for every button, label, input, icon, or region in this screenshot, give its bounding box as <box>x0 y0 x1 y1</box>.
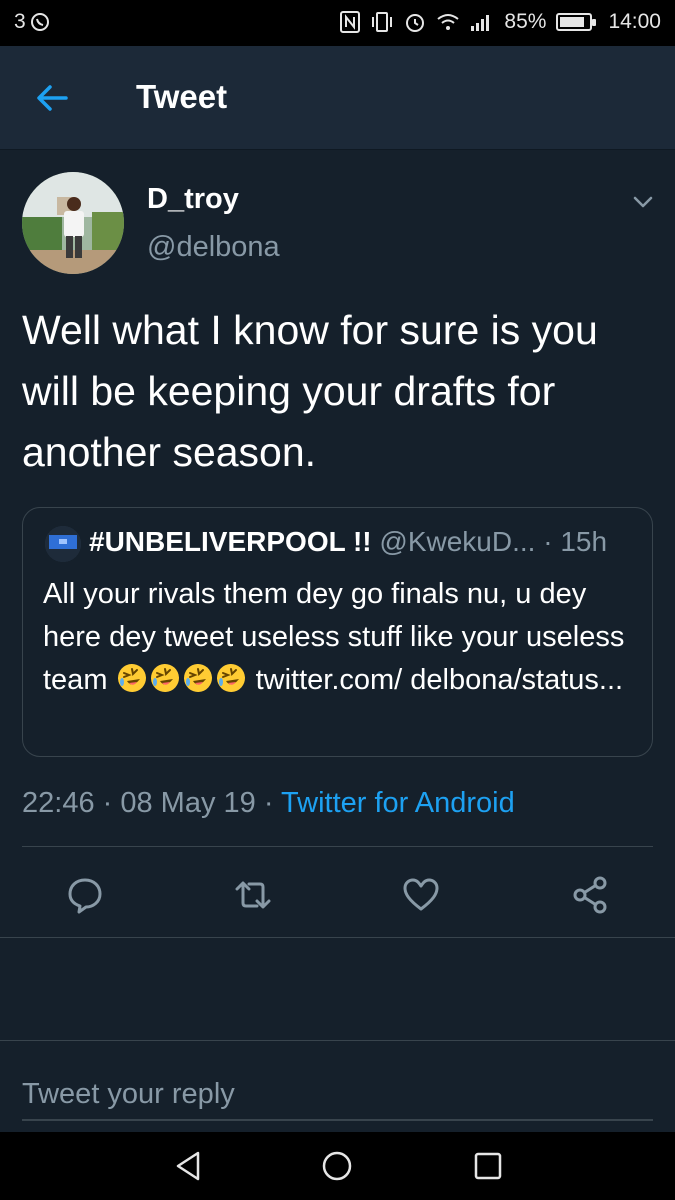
meta-dot: · <box>94 787 121 819</box>
tweet-meta: 22:46 · 08 May 19 · Twitter for Android <box>22 787 515 820</box>
status-bar-right: 85% 14:00 <box>340 10 661 34</box>
back-triangle-icon[interactable] <box>170 1148 206 1184</box>
meta-dot: · <box>255 787 282 819</box>
battery-fill <box>560 17 585 27</box>
battery-percent: 85% <box>504 10 547 33</box>
author-name[interactable]: D_troy <box>147 183 239 216</box>
home-circle-icon[interactable] <box>319 1148 355 1184</box>
author-handle[interactable]: @delbona <box>147 231 280 264</box>
app-bar: Tweet <box>0 46 675 150</box>
tweet-source-link[interactable]: Twitter for Android <box>281 787 515 819</box>
page-title: Tweet <box>136 78 228 115</box>
nfc-icon <box>340 11 361 33</box>
quoted-handle: @KwekuD... <box>379 526 536 557</box>
reply-icon[interactable] <box>65 875 105 915</box>
vibrate-icon <box>372 12 393 32</box>
quoted-tweet[interactable]: #UNBELIVERPOOL !! @KwekuD... · 15h All y… <box>22 507 653 757</box>
divider <box>22 846 653 847</box>
tweet-detail: D_troy @delbona Well what I know for sur… <box>0 150 675 940</box>
reply-bar <box>0 1040 675 1132</box>
wifi-icon <box>437 14 460 30</box>
retweet-icon[interactable] <box>233 875 273 915</box>
quoted-avatar <box>45 526 81 562</box>
share-icon[interactable] <box>570 875 610 915</box>
battery-icon <box>556 13 597 31</box>
whatsapp-icon <box>30 13 49 31</box>
rolling-on-floor-laughing-emoji <box>150 664 179 692</box>
quoted-header: #UNBELIVERPOOL !! @KwekuD... · 15h <box>89 526 607 558</box>
tweet-date: 08 May 19 <box>120 787 256 819</box>
notification-count: 3 <box>14 10 26 33</box>
clock: 14:00 <box>608 10 661 33</box>
status-bar-left: 3 <box>14 10 50 34</box>
rolling-on-floor-laughing-emoji <box>117 664 146 692</box>
quoted-separator: · <box>535 526 561 557</box>
system-nav-bar <box>0 1132 675 1200</box>
chevron-down-icon[interactable] <box>628 190 658 214</box>
tweet-text: Well what I know for sure is you will be… <box>22 307 598 475</box>
action-bar <box>0 865 675 935</box>
signal-icon <box>471 15 490 31</box>
status-bar: 3 85% 14:00 <box>0 0 675 46</box>
rolling-on-floor-laughing-emoji <box>216 664 245 692</box>
alarm-icon <box>406 14 425 32</box>
recents-square-icon[interactable] <box>470 1148 506 1184</box>
avatar[interactable] <box>22 172 124 274</box>
reply-input[interactable] <box>22 1069 653 1121</box>
quoted-text-part2: twitter.com/ delbona/status... <box>247 664 624 696</box>
avatar-photo <box>22 172 124 274</box>
emoji-row <box>116 664 248 696</box>
quoted-age: 15h <box>560 526 608 557</box>
back-arrow-icon[interactable] <box>30 76 74 120</box>
divider <box>0 937 675 938</box>
rolling-on-floor-laughing-emoji <box>183 664 212 692</box>
tweet-time: 22:46 <box>22 787 95 819</box>
quoted-text: All your rivals them dey go finals nu, u… <box>43 573 643 702</box>
quoted-name: #UNBELIVERPOOL !! <box>89 526 372 557</box>
like-icon[interactable] <box>401 875 441 915</box>
